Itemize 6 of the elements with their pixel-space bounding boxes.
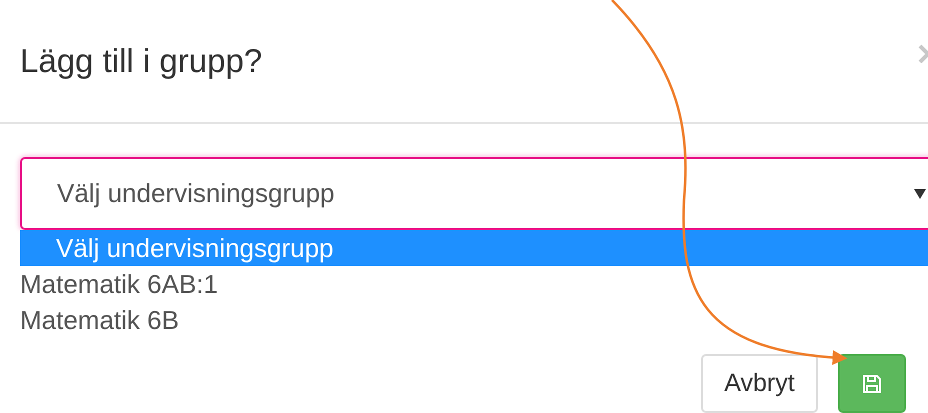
cancel-button[interactable]: Avbryt [701,354,818,413]
group-select[interactable]: Välj undervisningsgrupp [20,157,928,230]
select-value: Välj undervisningsgrupp [57,178,335,209]
save-button[interactable] [838,354,906,413]
dialog-title: Lägg till i grupp? [20,42,262,80]
caret-icon [914,188,926,198]
